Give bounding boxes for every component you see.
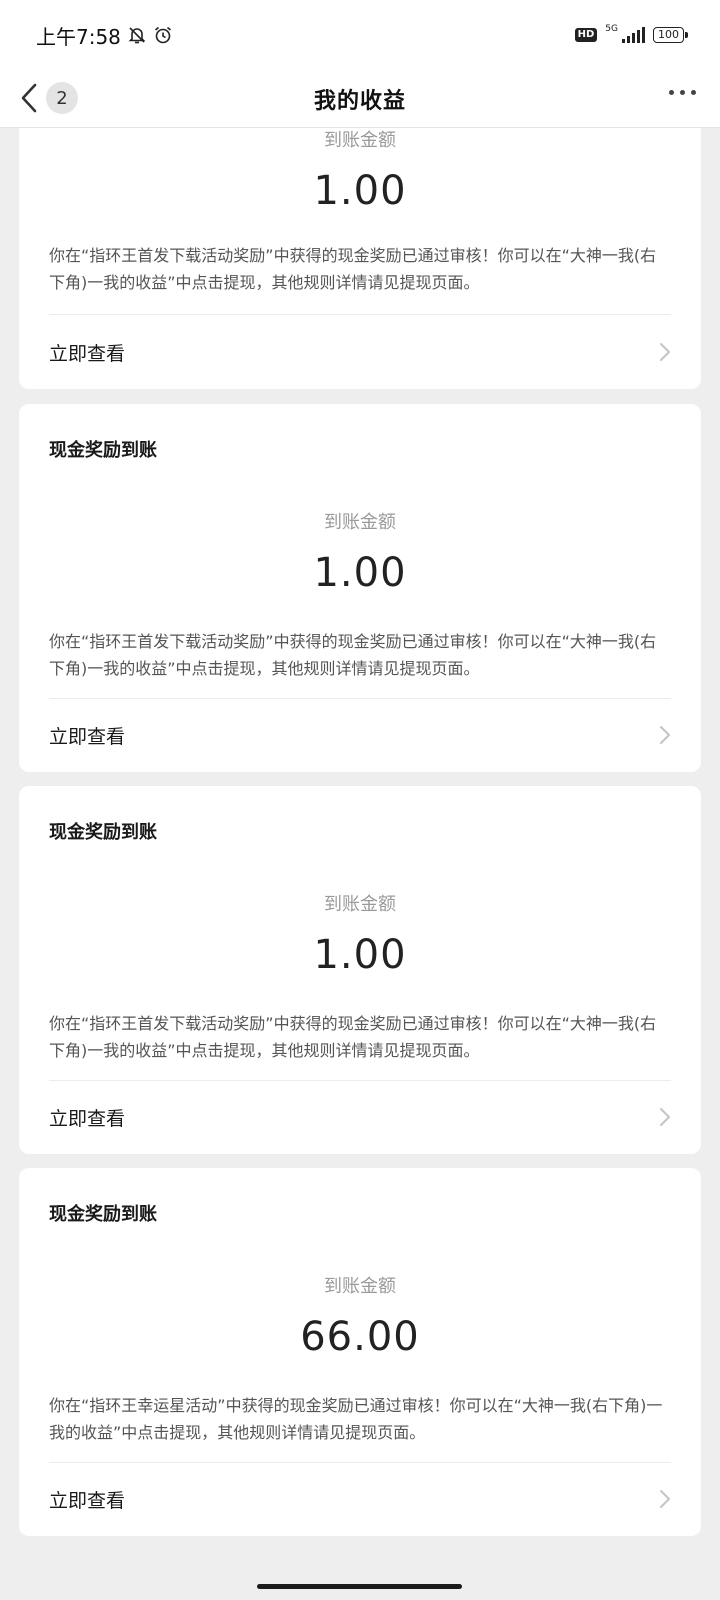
earnings-feed[interactable]: 到账金额 1.00 你在“指环王首发下载活动奖励”中获得的现金奖励已通过审核！你… [0, 128, 720, 1568]
card-title: 现金奖励到账 [49, 440, 157, 461]
view-now-row[interactable]: 立即查看 [19, 315, 701, 389]
amount-label: 到账金额 [324, 512, 396, 533]
page-title: 我的收益 [313, 88, 406, 114]
chevron-left-icon [21, 83, 37, 113]
chevron-right-icon [660, 343, 670, 361]
home-indicator[interactable] [257, 1584, 462, 1589]
view-now-label: 立即查看 [49, 725, 126, 748]
view-now-row[interactable]: 立即查看 [19, 1080, 701, 1154]
view-now-label: 立即查看 [49, 342, 126, 365]
status-bar: 上午7:58 HD 5G 100 [0, 0, 720, 70]
card-title: 现金奖励到账 [49, 822, 157, 843]
amount-value: 1.00 [313, 932, 407, 978]
card-description: 你在“指环王首发下载活动奖励”中获得的现金奖励已通过审核！你可以在“大神一我(右… [49, 1014, 657, 1060]
earnings-card: 现金奖励到账 到账金额 66.00 你在“指环王幸运星活动”中获得的现金奖励已通… [19, 1168, 701, 1536]
dot-icon [680, 90, 685, 95]
amount-value: 1.00 [313, 550, 407, 596]
amount-label: 到账金额 [324, 130, 396, 151]
back-count-badge: 2 [46, 82, 78, 114]
card-description: 你在“指环王首发下载活动奖励”中获得的现金奖励已通过审核！你可以在“大神一我(右… [49, 246, 657, 292]
amount-label: 到账金额 [324, 1276, 396, 1297]
signal-icon [622, 27, 645, 43]
card-description: 你在“指环王首发下载活动奖励”中获得的现金奖励已通过审核！你可以在“大神一我(右… [49, 632, 657, 678]
earnings-card: 现金奖励到账 到账金额 1.00 你在“指环王首发下载活动奖励”中获得的现金奖励… [19, 786, 701, 1154]
nav-bar: 2 我的收益 [0, 70, 720, 128]
amount-label: 到账金额 [324, 894, 396, 915]
status-right: HD 5G 100 [574, 23, 688, 44]
more-options-button[interactable] [669, 90, 696, 95]
battery-level: 100 [658, 27, 679, 41]
dot-icon [691, 90, 696, 95]
view-now-row[interactable]: 立即查看 [19, 698, 701, 772]
chevron-right-icon [660, 726, 670, 744]
hd-badge: HD [574, 28, 598, 42]
card-title: 现金奖励到账 [49, 1204, 157, 1225]
battery-icon: 100 [653, 26, 688, 44]
alarm-icon [154, 26, 171, 44]
earnings-card: 现金奖励到账 到账金额 1.00 你在“指环王首发下载活动奖励”中获得的现金奖励… [19, 404, 701, 772]
back-button[interactable]: 2 [18, 78, 78, 118]
status-left: 上午7:58 [36, 21, 173, 50]
view-now-label: 立即查看 [49, 1489, 126, 1512]
chevron-right-icon [660, 1108, 670, 1126]
chevron-right-icon [660, 1490, 670, 1508]
amount-value: 1.00 [313, 168, 407, 214]
bell-muted-icon [128, 27, 146, 44]
view-now-row[interactable]: 立即查看 [19, 1462, 701, 1536]
status-time: 上午7:58 [36, 24, 121, 49]
earnings-card: 到账金额 1.00 你在“指环王首发下载活动奖励”中获得的现金奖励已通过审核！你… [19, 128, 701, 389]
view-now-label: 立即查看 [49, 1107, 126, 1130]
amount-value: 66.00 [300, 1314, 420, 1360]
dot-icon [669, 90, 674, 95]
network-type: 5G [605, 23, 618, 34]
card-description: 你在“指环王幸运星活动”中获得的现金奖励已通过审核！你可以在“大神一我(右下角)… [49, 1396, 663, 1442]
